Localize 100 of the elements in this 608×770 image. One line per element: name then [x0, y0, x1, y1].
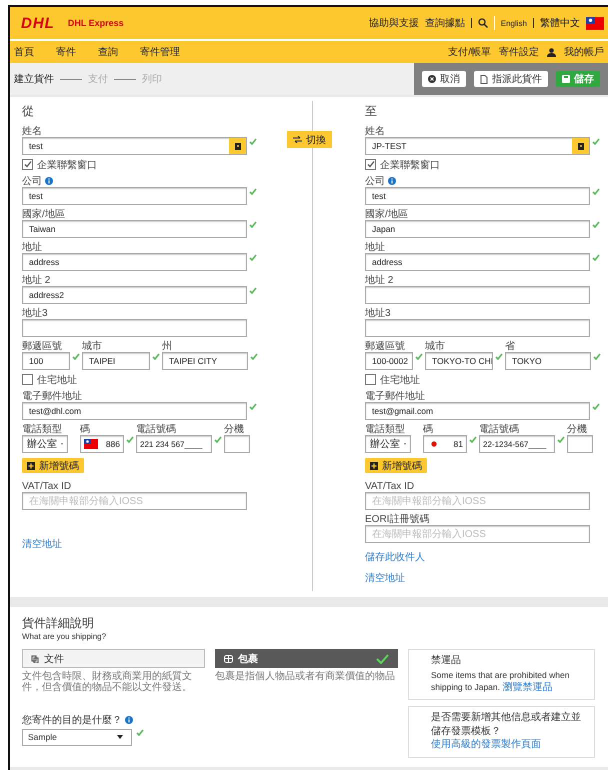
text-link[interactable]: 使用高級的發票製作頁面 — [431, 738, 588, 753]
text-link[interactable]: 清空地址 — [365, 571, 405, 585]
step-label: 支付 — [88, 72, 108, 86]
field-label: 電話號碼 — [479, 422, 519, 436]
checkbox[interactable] — [365, 159, 376, 170]
cancel-button[interactable]: 取消 — [422, 71, 466, 87]
field-label: 電子郵件地址 — [22, 390, 82, 403]
text-field[interactable]: test — [22, 187, 247, 205]
account-link[interactable]: 寄件設定 — [499, 45, 539, 59]
header-link[interactable]: 查詢據點 — [424, 16, 465, 30]
text-field[interactable] — [567, 435, 593, 453]
field-label: 國家/地區 — [365, 208, 408, 221]
shipment-type-option[interactable]: 文件 — [22, 649, 205, 668]
text-field[interactable]: test — [22, 137, 247, 155]
text-field[interactable]: Japan — [365, 220, 590, 238]
language-link[interactable]: 繁體中文 — [540, 16, 580, 30]
notice-title: 禁運品 — [431, 655, 461, 666]
user-icon[interactable] — [547, 48, 556, 56]
text-field[interactable]: 221 234 567____ — [136, 435, 212, 453]
text-field[interactable]: 22-1234-567____ — [479, 435, 555, 453]
nav-item[interactable]: 查詢 — [98, 45, 118, 59]
field-label: EORI註冊號碼 — [365, 512, 430, 526]
text-field[interactable]: test@gmail.com — [365, 402, 590, 420]
swap-button[interactable]: 切換 — [287, 131, 332, 148]
notice-text: Some items that are prohibited when shipping to Japan. 瀏覽禁運品 — [431, 668, 570, 695]
step-label: 建立貨件 — [14, 72, 54, 86]
field-label: 地址3 — [22, 306, 48, 320]
text-field[interactable] — [224, 435, 250, 453]
save-icon — [562, 75, 570, 83]
field-label: 地址 — [22, 240, 42, 254]
field-label: 郵遞區號 — [22, 340, 62, 353]
field-label: 地址 2 — [22, 274, 50, 287]
step-label: 列印 — [142, 72, 162, 86]
field-label: 分機 — [224, 422, 244, 436]
text-field[interactable]: 100-0002 — [365, 352, 413, 370]
text-field[interactable]: address2 — [22, 286, 247, 304]
header-link[interactable]: 協助與支援 — [368, 16, 419, 30]
text-field[interactable]: address — [365, 253, 590, 271]
contact-book-button[interactable] — [229, 138, 246, 154]
checkbox[interactable] — [22, 159, 33, 170]
field-label: 郵遞區號 — [365, 340, 405, 353]
text-field[interactable]: address — [22, 253, 247, 271]
search-icon[interactable] — [478, 18, 488, 28]
text-field[interactable] — [365, 286, 590, 304]
field-label: 碼 — [80, 423, 90, 436]
field-label: 電子郵件地址 — [365, 390, 425, 403]
nav-item[interactable]: 首頁 — [14, 45, 34, 59]
field-label: 地址 — [365, 240, 385, 254]
section-heading: 貨件詳細說明 — [22, 615, 95, 632]
option-description: 文件包含時限、財務或商業用的紙質文件，但含價值的物品不能以文件發送。 — [22, 671, 193, 693]
field-label: 地址3 — [365, 306, 391, 320]
column-heading: 至 — [365, 103, 378, 120]
contact-book-button[interactable] — [572, 138, 589, 154]
section-subheading: What are you shipping? — [22, 632, 108, 641]
text-field[interactable]: JP-TEST — [365, 137, 590, 155]
plus-icon — [370, 462, 378, 470]
text-field[interactable]: test — [365, 187, 590, 205]
add-number-button[interactable]: 新增號碼 — [22, 458, 84, 473]
account-link[interactable]: 我的帳戶 — [564, 45, 604, 59]
contact-card-icon — [234, 142, 240, 150]
field-label: 電話類型 — [22, 422, 62, 436]
swap-icon — [293, 136, 302, 143]
field-label: 電話號碼 — [136, 422, 176, 436]
text-field[interactable]: TAIPEI CITY — [162, 352, 248, 370]
field-label: 分機 — [567, 422, 587, 436]
add-number-button[interactable]: 新增號碼 — [365, 458, 427, 473]
purpose-dropdown[interactable]: Sample — [22, 728, 132, 746]
text-field[interactable] — [365, 319, 590, 337]
field-label: 公司 — [365, 175, 385, 188]
field-label: 姓名 — [365, 125, 385, 138]
assign-button[interactable]: 指派此貨件 — [474, 71, 548, 87]
country-code-field[interactable]: 81 — [423, 435, 467, 453]
column-heading: 從 — [22, 103, 35, 120]
text-field[interactable]: Taiwan — [22, 220, 247, 238]
language-link[interactable]: English — [500, 18, 527, 28]
notice-text: 是否需要新增其他信息或者建立並儲存發票模板？ — [431, 711, 582, 738]
country-code-field[interactable]: 886 — [80, 435, 124, 453]
text-link[interactable]: 儲存此收件人 — [365, 550, 425, 564]
text-field[interactable]: TAIPEI — [82, 352, 150, 370]
account-link[interactable]: 支付/帳單 — [448, 45, 491, 59]
text-link[interactable]: 瀏覽禁運品 — [502, 682, 552, 693]
text-link[interactable]: 清空地址 — [22, 537, 62, 551]
shipment-type-option[interactable]: 包裹 — [215, 649, 398, 668]
text-field[interactable]: 100 — [22, 352, 70, 370]
text-field[interactable]: test@dhl.com — [22, 402, 247, 420]
nav-item[interactable]: 寄件 — [56, 45, 76, 59]
text-field[interactable]: TOKYO — [505, 352, 591, 370]
phone-type-dropdown[interactable]: 辦公室 — [365, 435, 411, 453]
field-label: 公司 — [22, 175, 42, 188]
text-field[interactable]: TOKYO-TO CHI — [425, 352, 493, 370]
field-label: 電話類型 — [365, 422, 405, 436]
document-icon — [31, 654, 39, 662]
checkbox[interactable] — [365, 374, 376, 385]
checkbox[interactable] — [22, 374, 33, 385]
phone-type-dropdown[interactable]: 辦公室 — [22, 435, 68, 453]
nav-item[interactable]: 寄件管理 — [140, 45, 180, 59]
option-description: 包裹是指個人物品或者有商業價值的物品 — [215, 671, 396, 682]
field-label: 城市 — [425, 340, 445, 353]
field-label: 姓名 — [22, 125, 42, 138]
text-field[interactable] — [22, 319, 247, 337]
